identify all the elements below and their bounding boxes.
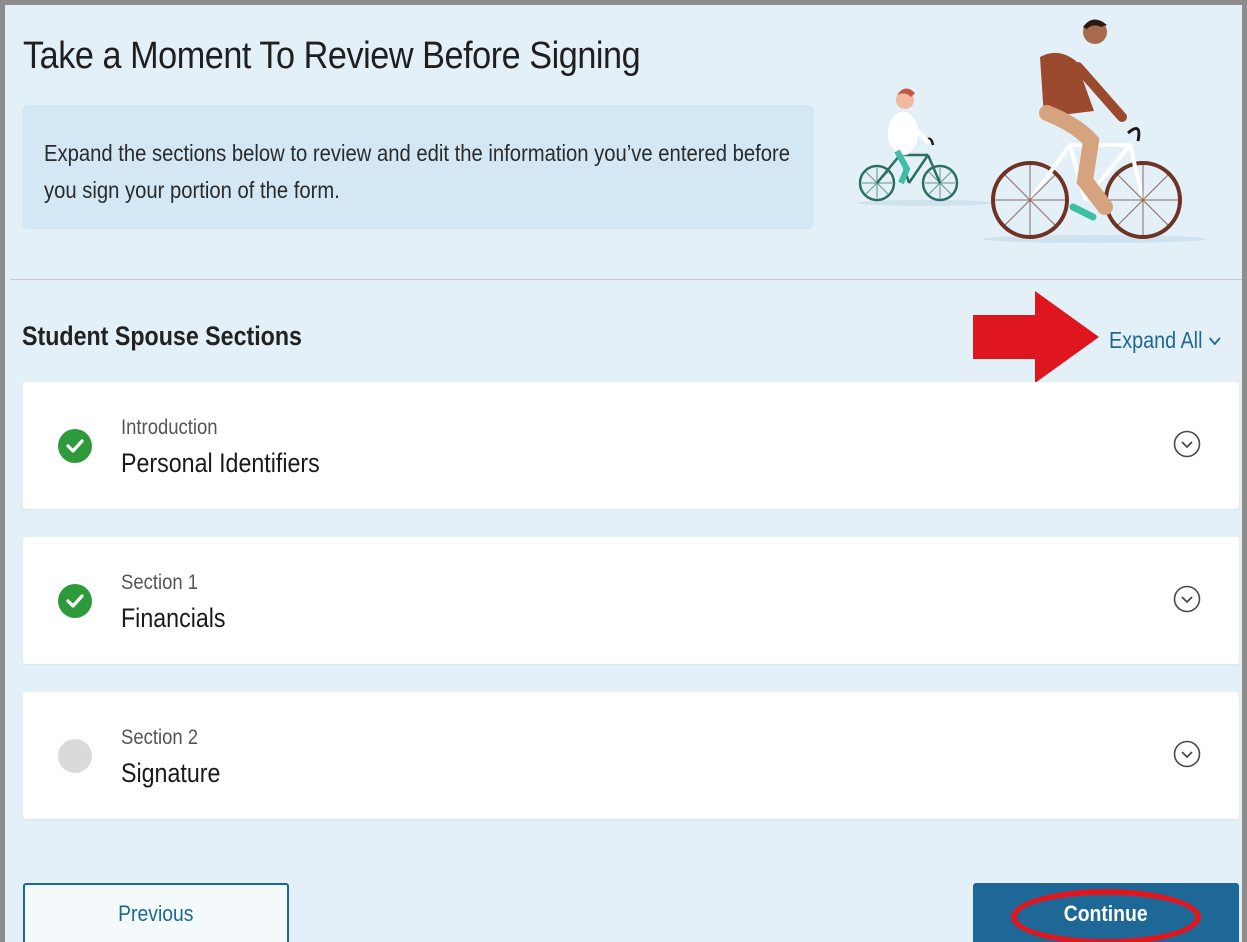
expand-all-button[interactable]: Expand All <box>1109 327 1221 354</box>
page-frame: Take a Moment To Review Before Signing E… <box>0 0 1247 942</box>
check-circle-icon <box>58 584 92 618</box>
section-heading: Student Spouse Sections <box>22 321 302 351</box>
divider <box>10 279 1242 280</box>
section-title: Personal Identifiers <box>121 448 320 478</box>
section-kicker: Introduction <box>121 416 218 439</box>
section-title: Signature <box>121 758 221 788</box>
continue-button[interactable]: Continue <box>973 883 1239 942</box>
previous-button[interactable]: Previous <box>23 883 289 942</box>
section-card-personal-identifiers[interactable]: Introduction Personal Identifiers <box>23 382 1239 509</box>
continue-button-label: Continue <box>1064 901 1148 926</box>
chevron-down-circle-icon[interactable] <box>1172 429 1202 459</box>
section-card-signature[interactable]: Section 2 Signature <box>23 692 1239 819</box>
check-circle-icon <box>58 429 92 463</box>
chevron-down-circle-icon[interactable] <box>1172 739 1202 769</box>
info-box: Expand the sections below to review and … <box>22 105 814 229</box>
previous-button-label: Previous <box>118 901 194 926</box>
expand-all-label: Expand All <box>1109 327 1203 353</box>
section-kicker: Section 2 <box>121 726 199 749</box>
section-kicker: Section 1 <box>121 571 199 594</box>
info-text: Expand the sections below to review and … <box>44 140 790 203</box>
chevron-down-circle-icon[interactable] <box>1172 584 1202 614</box>
section-title: Financials <box>121 603 226 633</box>
red-arrow-annotation <box>973 291 1099 383</box>
section-card-financials[interactable]: Section 1 Financials <box>23 537 1239 664</box>
chevron-down-icon <box>1208 336 1221 345</box>
cyclists-illustration <box>857 19 1207 243</box>
page-title: Take a Moment To Review Before Signing <box>23 35 641 77</box>
empty-circle-icon <box>58 739 92 773</box>
